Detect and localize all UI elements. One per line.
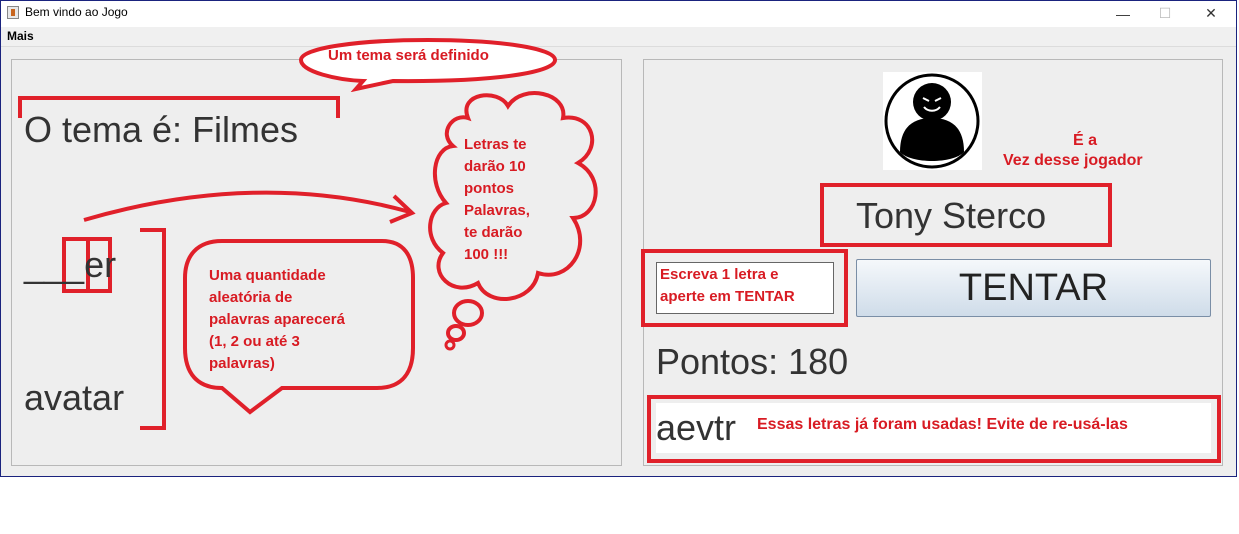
- maximize-button[interactable]: ☐: [1142, 1, 1188, 26]
- player-avatar-icon: [883, 72, 982, 170]
- menu-bar: [1, 27, 1236, 47]
- used-letters-note: Essas letras já foram usadas! Evite de r…: [757, 416, 1128, 433]
- theme-label: O tema é: Filmes: [24, 109, 299, 150]
- theme-bracket: [18, 96, 340, 100]
- player-name: Tony Sterco: [856, 195, 1047, 236]
- bubble-line: aleatória de: [209, 289, 293, 306]
- cloud-line: darão 10: [464, 158, 526, 175]
- java-app-icon: [7, 6, 19, 19]
- try-button[interactable]: TENTAR: [856, 259, 1211, 317]
- minimize-button[interactable]: —: [1100, 1, 1146, 26]
- word-hidden: ___er: [24, 244, 117, 285]
- turn-note-line-1: É a: [1073, 132, 1098, 149]
- turn-note-line-2: Vez desse jogador: [1003, 152, 1143, 169]
- cloud-line: 100 !!!: [464, 246, 509, 263]
- cloud-line: te darão: [464, 224, 523, 241]
- cloud-line: Letras te: [464, 136, 527, 153]
- points-label: Pontos: 180: [656, 341, 849, 382]
- cloud-line: pontos: [464, 180, 514, 197]
- used-letters: aevtr: [656, 407, 737, 448]
- theme-bubble-text: Um tema será definido: [328, 47, 489, 64]
- title-bar: [1, 1, 1236, 27]
- input-hint: Escreva 1 letra e aperte em TENTAR: [660, 264, 795, 308]
- window-title: Bem vindo ao Jogo: [25, 5, 128, 19]
- theme-bracket-right: [336, 96, 340, 118]
- words-bubble-text: Uma quantidade aleatória de palavras apa…: [209, 265, 345, 375]
- bubble-line: palavras): [209, 355, 275, 372]
- input-hint-line: aperte em TENTAR: [660, 288, 795, 305]
- bubble-line: (1, 2 ou até 3: [209, 333, 300, 350]
- bubble-line: palavras aparecerá: [209, 311, 345, 328]
- input-hint-line: Escreva 1 letra e: [660, 266, 779, 283]
- theme-bracket-left: [18, 96, 22, 118]
- close-button[interactable]: ✕: [1188, 1, 1234, 26]
- cloud-line: Palavras,: [464, 202, 530, 219]
- arrow-annotation: [83, 190, 416, 224]
- bubble-line: Uma quantidade: [209, 267, 326, 284]
- words-bracket: [140, 228, 166, 430]
- word-revealed: avatar: [24, 377, 125, 418]
- points-cloud-text: Letras te darão 10 pontos Palavras, te d…: [464, 134, 530, 266]
- menu-mais[interactable]: Mais: [7, 29, 34, 43]
